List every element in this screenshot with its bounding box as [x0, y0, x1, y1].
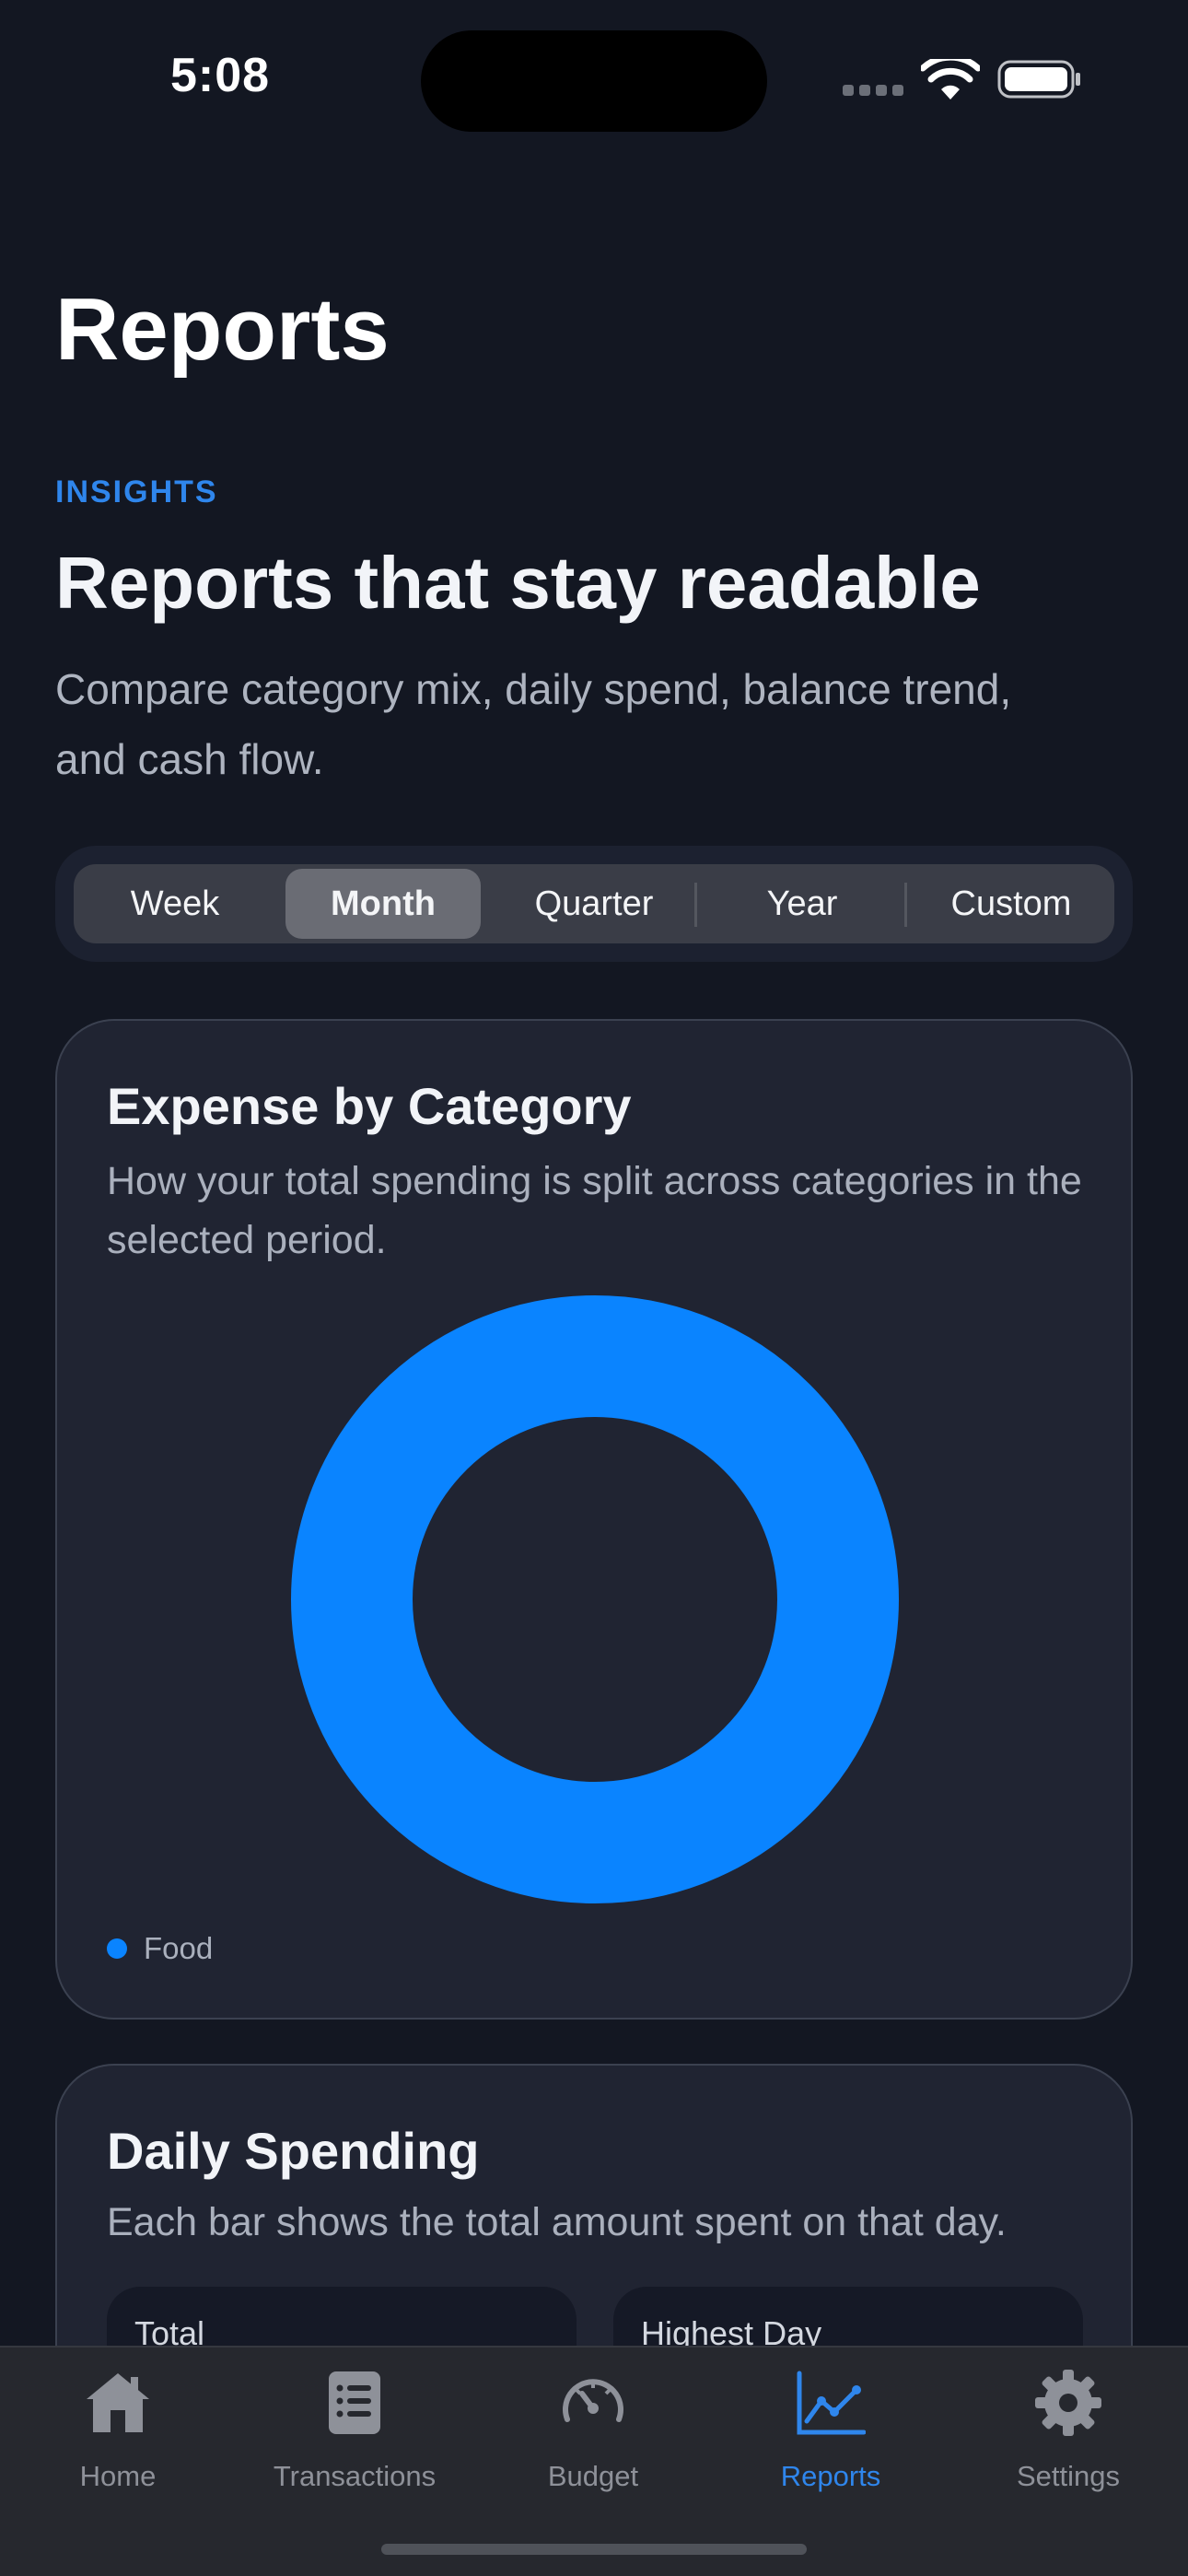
card-description: How your total spending is split across …	[107, 1159, 1082, 1262]
period-selector-container: Week Month Quarter Year Custom	[55, 846, 1133, 962]
card-description: Each bar shows the total amount spent on…	[107, 2200, 1007, 2244]
segment-divider	[904, 883, 907, 927]
segment-divider	[694, 883, 697, 927]
status-time: 5:08	[170, 49, 271, 102]
expense-by-category-card: Expense by Category How your total spend…	[55, 1019, 1133, 2020]
tab-home[interactable]: Home	[17, 2368, 219, 2506]
legend-label-food: Food	[144, 1931, 214, 1965]
subtitle: Compare category mix, daily spend, balan…	[55, 665, 1012, 783]
expense-donut-chart[interactable]	[291, 1295, 899, 1903]
tab-bar: Home Transactions Budget Reports Setting…	[0, 2346, 1188, 2576]
tab-label: Home	[79, 2460, 157, 2492]
cellular-signal-icon	[843, 85, 903, 98]
period-segmented-control: Week Month Quarter Year Custom	[74, 864, 1114, 943]
gear-icon	[1035, 2370, 1101, 2436]
card-title: Expense by Category	[107, 1077, 632, 1135]
chart-legend: Food	[107, 1931, 213, 1966]
period-quarter[interactable]: Quarter	[490, 864, 698, 943]
list-icon	[329, 2371, 380, 2434]
wifi-icon	[921, 59, 980, 100]
period-year[interactable]: Year	[698, 864, 906, 943]
tab-transactions[interactable]: Transactions	[253, 2368, 456, 2506]
gauge-icon	[563, 2379, 623, 2422]
tab-reports[interactable]: Reports	[729, 2368, 932, 2506]
house-icon	[87, 2373, 149, 2432]
tab-budget[interactable]: Budget	[492, 2368, 694, 2506]
card-title: Daily Spending	[107, 2122, 480, 2180]
period-month[interactable]: Month	[285, 869, 481, 939]
legend-swatch-food	[107, 1938, 127, 1959]
chart-line-icon	[797, 2371, 866, 2435]
page-title: Reports	[55, 280, 390, 379]
section-eyebrow: INSIGHTS	[55, 474, 218, 509]
battery-icon	[997, 60, 1080, 99]
home-indicator	[381, 2544, 807, 2555]
period-custom[interactable]: Custom	[908, 864, 1114, 943]
donut-slice-food[interactable]	[291, 1295, 899, 1903]
tab-label: Reports	[780, 2460, 881, 2492]
tab-label: Settings	[1016, 2460, 1120, 2492]
headline: Reports that stay readable	[55, 542, 981, 624]
tab-label: Budget	[547, 2460, 639, 2492]
reports-screen: 5:08 Reports INSIGHTS Reports that stay …	[0, 0, 1188, 2576]
period-week[interactable]: Week	[74, 864, 276, 943]
dynamic-island	[421, 30, 767, 132]
tab-settings[interactable]: Settings	[967, 2368, 1170, 2506]
tab-label: Transactions	[273, 2460, 437, 2492]
